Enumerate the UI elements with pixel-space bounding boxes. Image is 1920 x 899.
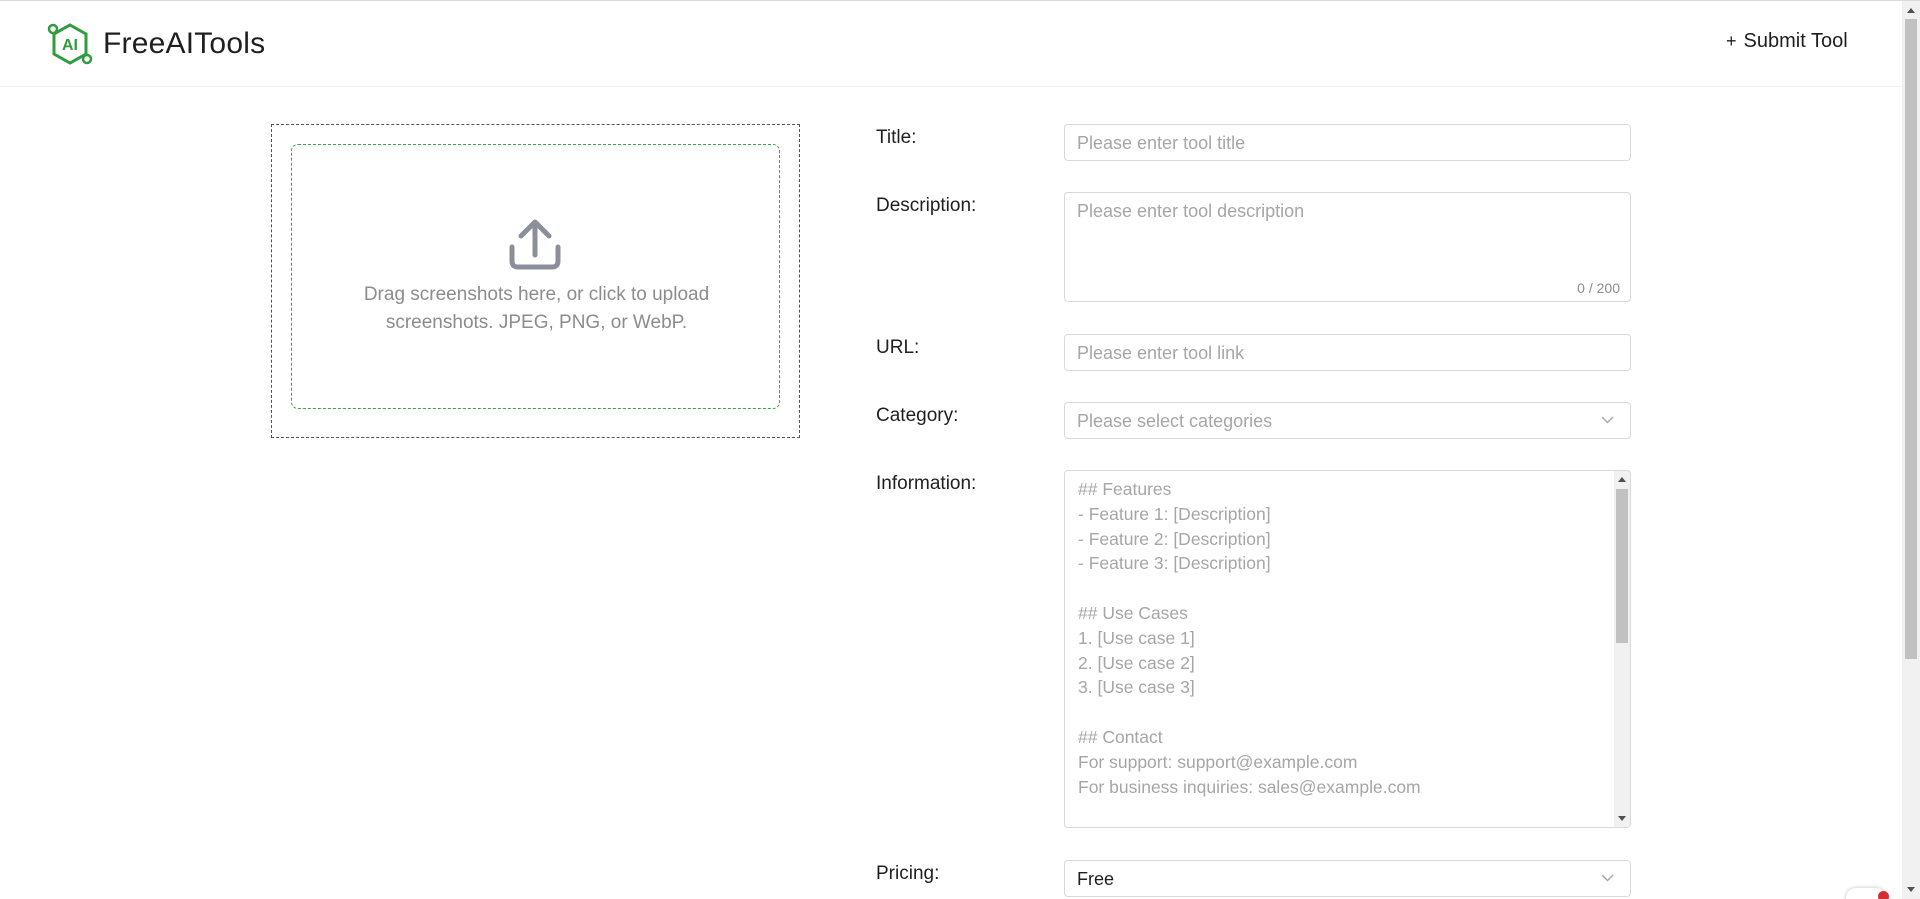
description-char-counter: 0 / 200 xyxy=(1577,280,1620,296)
page-scrollbar-thumb[interactable] xyxy=(1905,19,1917,659)
upload-instructions: Drag screenshots here, or click to uploa… xyxy=(312,281,761,337)
description-textarea[interactable]: Please enter tool description 0 / 200 xyxy=(1064,192,1631,302)
description-label: Description: xyxy=(876,195,977,216)
information-label: Information: xyxy=(876,473,977,494)
notification-dot-icon xyxy=(1878,891,1889,899)
chevron-down-icon xyxy=(1601,416,1614,424)
pricing-label: Pricing: xyxy=(876,863,940,884)
chevron-down-icon xyxy=(1601,874,1614,882)
information-scrollbar[interactable] xyxy=(1614,471,1630,827)
screenshot-dropzone[interactable]: Drag screenshots here, or click to uploa… xyxy=(291,144,780,409)
information-textarea[interactable]: ## Features - Feature 1: [Description] -… xyxy=(1064,470,1631,828)
page-scroll-down-arrow-icon[interactable] xyxy=(1907,887,1915,892)
scroll-up-arrow-icon[interactable] xyxy=(1618,477,1626,482)
screenshot-upload-container: Drag screenshots here, or click to uploa… xyxy=(271,124,800,438)
url-input[interactable]: Please enter tool link xyxy=(1064,334,1631,371)
pricing-select[interactable]: Free xyxy=(1064,860,1631,897)
upload-icon xyxy=(509,219,561,270)
upload-instructions-line-1: Drag screenshots here, or click to uploa… xyxy=(363,284,710,305)
information-scrollbar-thumb[interactable] xyxy=(1616,489,1628,643)
brand-logo-link[interactable]: AI FreeAITools xyxy=(47,21,265,67)
upload-instructions-line-2: screenshots. JPEG, PNG, or WebP. xyxy=(385,312,688,333)
scroll-down-arrow-icon[interactable] xyxy=(1618,816,1626,821)
information-placeholder: ## Features - Feature 1: [Description] -… xyxy=(1078,479,1421,827)
submit-tool-page: AI FreeAITools + Submit Tool Drag screen… xyxy=(0,0,1920,899)
pricing-selected-value: Free xyxy=(1077,869,1115,889)
page-scroll-up-arrow-icon[interactable] xyxy=(1907,8,1915,13)
hexagon-ai-logo-icon: AI xyxy=(47,23,93,65)
title-label: Title: xyxy=(876,127,917,148)
brand-name: FreeAITools xyxy=(103,27,266,60)
category-select[interactable]: Please select categories xyxy=(1064,402,1631,439)
submit-tool-label: Submit Tool xyxy=(1743,30,1848,52)
url-label: URL: xyxy=(876,337,920,358)
site-header: AI FreeAITools + Submit Tool xyxy=(0,1,1902,87)
logo-mark-text: AI xyxy=(62,37,78,54)
title-input[interactable]: Please enter tool title xyxy=(1064,124,1631,161)
submit-tool-button[interactable]: + Submit Tool xyxy=(1726,30,1848,53)
category-placeholder: Please select categories xyxy=(1077,411,1273,431)
page-scrollbar[interactable] xyxy=(1902,1,1920,899)
title-placeholder: Please enter tool title xyxy=(1077,133,1246,153)
description-placeholder: Please enter tool description xyxy=(1077,201,1305,221)
plus-icon: + xyxy=(1726,31,1737,51)
category-label: Category: xyxy=(876,405,959,426)
url-placeholder: Please enter tool link xyxy=(1077,343,1245,363)
